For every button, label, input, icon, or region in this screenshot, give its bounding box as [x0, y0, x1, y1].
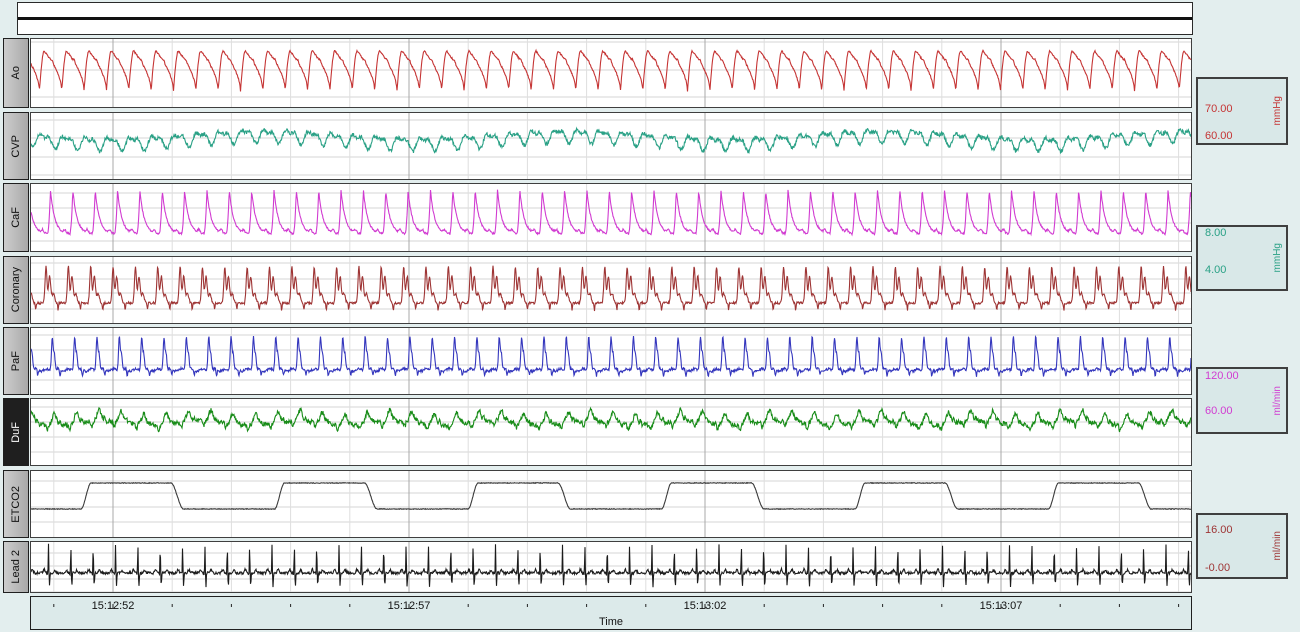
waveform-trace	[31, 126, 1191, 155]
channel-waveform-svg	[31, 113, 1191, 179]
time-tick-label: 15:13:02	[683, 600, 727, 612]
channel-plot-duf[interactable]	[30, 398, 1192, 466]
channel-waveform-svg	[31, 184, 1191, 251]
channel-tab-caf[interactable]: CaF	[3, 183, 29, 252]
channel-plot-paf[interactable]	[30, 327, 1192, 395]
waveform-trace	[31, 265, 1191, 312]
time-axis-title: Time	[598, 616, 624, 628]
channel-plot-coronary[interactable]	[30, 256, 1192, 324]
channel-plot-lead-2[interactable]	[30, 541, 1192, 593]
channel-tab-duf[interactable]: DuF	[3, 398, 29, 466]
channel-plot-caf[interactable]	[30, 183, 1192, 252]
channel-tab-label: ETCO2	[10, 485, 22, 523]
channel-tab-label: DuF	[10, 421, 22, 443]
channel-plot-etco2[interactable]	[30, 470, 1192, 538]
time-tick-label: 15:12:57	[387, 600, 431, 612]
channel-row-etco2: ETCO2 40.00 -0.00 mmHg	[0, 470, 1300, 538]
channel-plot-ao[interactable]	[30, 38, 1192, 108]
waveform-trace	[31, 335, 1191, 378]
channel-tab-etco2[interactable]: ETCO2	[3, 470, 29, 538]
waveform-trace	[31, 481, 1191, 511]
channel-plot-cvp[interactable]	[30, 112, 1192, 180]
time-tick-label: 15:13:07	[979, 600, 1023, 612]
channel-tab-label: Coronary	[10, 267, 22, 313]
comment-bar-line	[18, 17, 1192, 20]
chart-recorder-window: Ao 70.00 60.00 mmHg CVP 8.00 4.00 mmHg C…	[0, 0, 1300, 632]
channel-tab-label: CaF	[10, 207, 22, 228]
waveform-trace	[31, 406, 1191, 433]
waveform-trace	[31, 189, 1191, 237]
channel-row-cvp: CVP 8.00 4.00 mmHg	[0, 112, 1300, 291]
channel-tab-cvp[interactable]: CVP	[3, 112, 29, 180]
channel-row-paf: PaF 600.00 -0.00 ml/min	[0, 327, 1300, 395]
channel-row-lead-2: Lead 2 -40.00 -50.00 Volts	[0, 541, 1300, 593]
time-axis[interactable]: Time 15:12:52 15:12:57 15:13:02 15:13:07	[30, 596, 1192, 630]
channel-tab-ao[interactable]: Ao	[3, 38, 29, 108]
channel-row-duf: DuF 0.00 -400.00 ml/min	[0, 398, 1300, 466]
channel-tab-label: Lead 2	[10, 550, 22, 584]
channel-waveform-svg	[31, 542, 1191, 592]
channel-tab-label: Ao	[10, 66, 22, 80]
waveform-trace	[31, 48, 1191, 92]
channel-row-caf: CaF 120.00 60.00 ml/min	[0, 183, 1300, 434]
channel-row-coronary: Coronary 16.00 -0.00 ml/min	[0, 256, 1300, 579]
channel-tab-coronary[interactable]: Coronary	[3, 256, 29, 324]
channel-tab-paf[interactable]: PaF	[3, 327, 29, 395]
channel-tab-lead-2[interactable]: Lead 2	[3, 541, 29, 593]
channel-tab-label: CVP	[10, 134, 22, 158]
channel-waveform-svg	[31, 257, 1191, 323]
comment-marker-bar[interactable]	[17, 2, 1193, 35]
time-tick-label: 15:12:52	[91, 600, 135, 612]
channel-waveform-svg	[31, 399, 1191, 465]
channel-waveform-svg	[31, 328, 1191, 394]
channel-waveform-svg	[31, 39, 1191, 107]
channel-tab-label: PaF	[10, 350, 22, 372]
channel-row-ao: Ao 70.00 60.00 mmHg	[0, 38, 1300, 145]
channel-waveform-svg	[31, 471, 1191, 537]
